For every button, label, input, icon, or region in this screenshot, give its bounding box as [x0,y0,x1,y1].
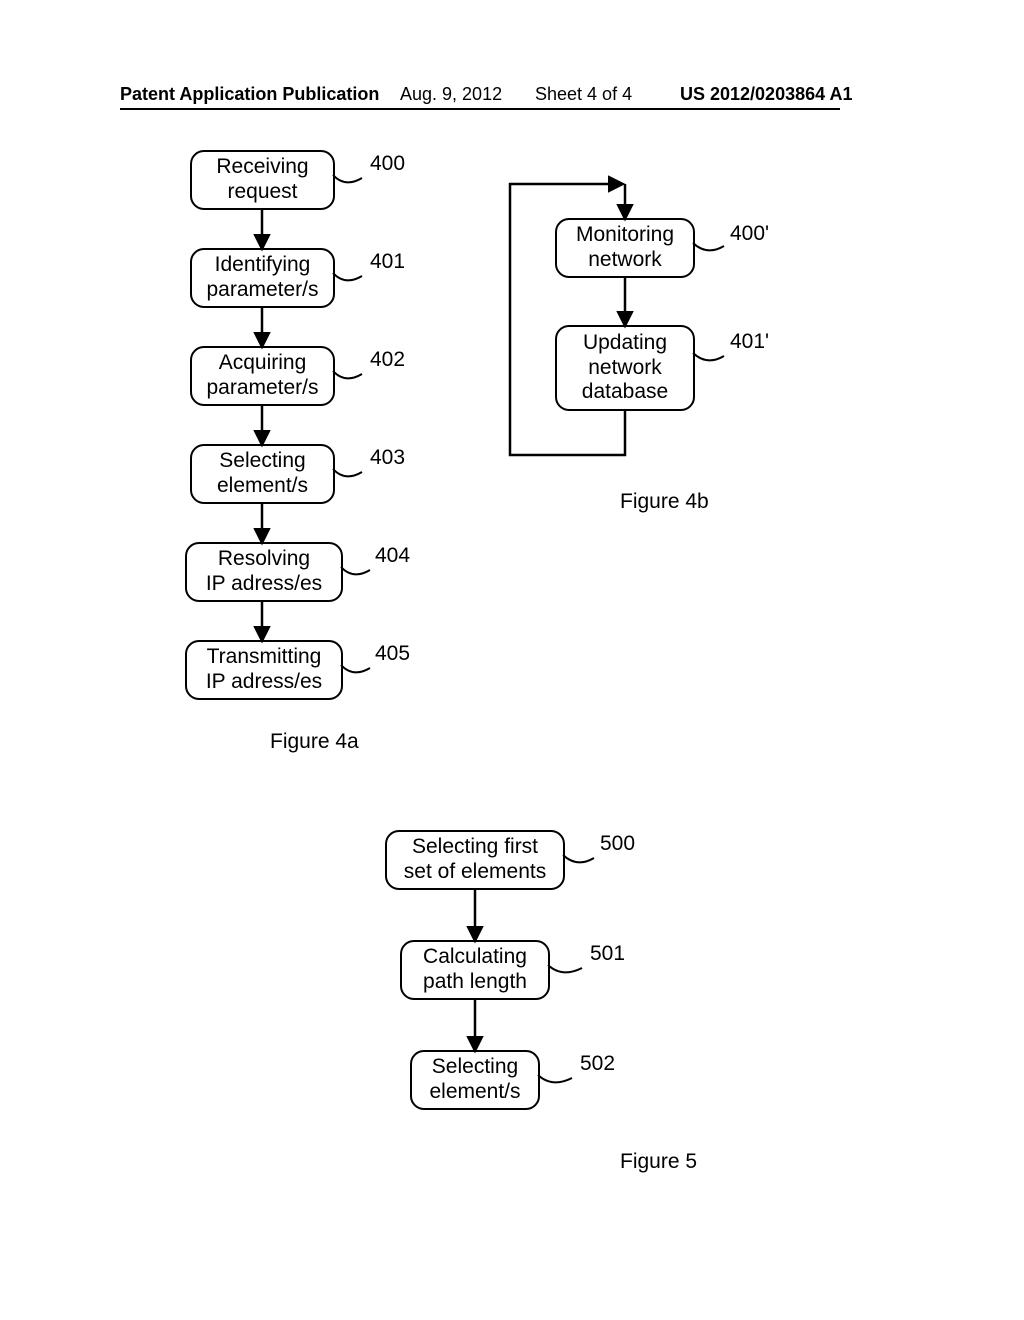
box-selecting-elements-5: Selectingelement/s [410,1050,540,1110]
box-text: Acquiringparameter/s [206,351,318,401]
header-publication: Patent Application Publication [120,84,379,105]
leader-501 [548,965,582,972]
leader-400p [693,243,724,250]
box-text: ResolvingIP adress/es [206,547,322,597]
box-updating-network-database: Updatingnetworkdatabase [555,325,695,411]
leader-405 [341,665,370,672]
box-text: Receivingrequest [216,155,308,205]
leader-400 [333,175,362,182]
label-401p: 401' [730,330,769,354]
label-405: 405 [375,642,410,666]
box-identifying-parameters: Identifyingparameter/s [190,248,335,308]
header-sheet: Sheet 4 of 4 [535,84,632,105]
box-text: Identifyingparameter/s [206,253,318,303]
label-402: 402 [370,348,405,372]
box-text: Selectingelement/s [429,1055,520,1105]
page: Patent Application Publication Aug. 9, 2… [0,0,1024,1320]
box-text: Monitoringnetwork [576,223,674,273]
label-403: 403 [370,446,405,470]
header-date: Aug. 9, 2012 [400,84,502,105]
label-400: 400 [370,152,405,176]
leader-403 [333,469,362,476]
label-401: 401 [370,250,405,274]
label-400p: 400' [730,222,769,246]
figure-4b-caption: Figure 4b [620,490,709,514]
label-501: 501 [590,942,625,966]
box-text: Updatingnetworkdatabase [582,331,668,405]
box-text: TransmittingIP adress/es [206,645,322,695]
box-resolving-ip: ResolvingIP adress/es [185,542,343,602]
leader-404 [341,567,370,574]
header-docnum: US 2012/0203864 A1 [680,84,852,105]
connectors-overlay [0,0,1024,1320]
header-rule [120,108,840,110]
box-acquiring-parameters: Acquiringparameter/s [190,346,335,406]
box-monitoring-network: Monitoringnetwork [555,218,695,278]
box-receiving-request: Receivingrequest [190,150,335,210]
box-transmitting-ip: TransmittingIP adress/es [185,640,343,700]
leader-502 [538,1075,572,1082]
leader-401p [693,353,724,360]
box-text: Selecting firstset of elements [404,835,546,885]
leader-402 [333,371,362,378]
label-502: 502 [580,1052,615,1076]
box-selecting-elements-4a: Selectingelement/s [190,444,335,504]
figure-4a-caption: Figure 4a [270,730,359,754]
label-500: 500 [600,832,635,856]
box-text: Calculatingpath length [423,945,527,995]
leader-500 [563,855,594,862]
box-selecting-first-set: Selecting firstset of elements [385,830,565,890]
figure-5-caption: Figure 5 [620,1150,697,1174]
box-calculating-path-length: Calculatingpath length [400,940,550,1000]
box-text: Selectingelement/s [217,449,308,499]
leader-401 [333,273,362,280]
label-404: 404 [375,544,410,568]
